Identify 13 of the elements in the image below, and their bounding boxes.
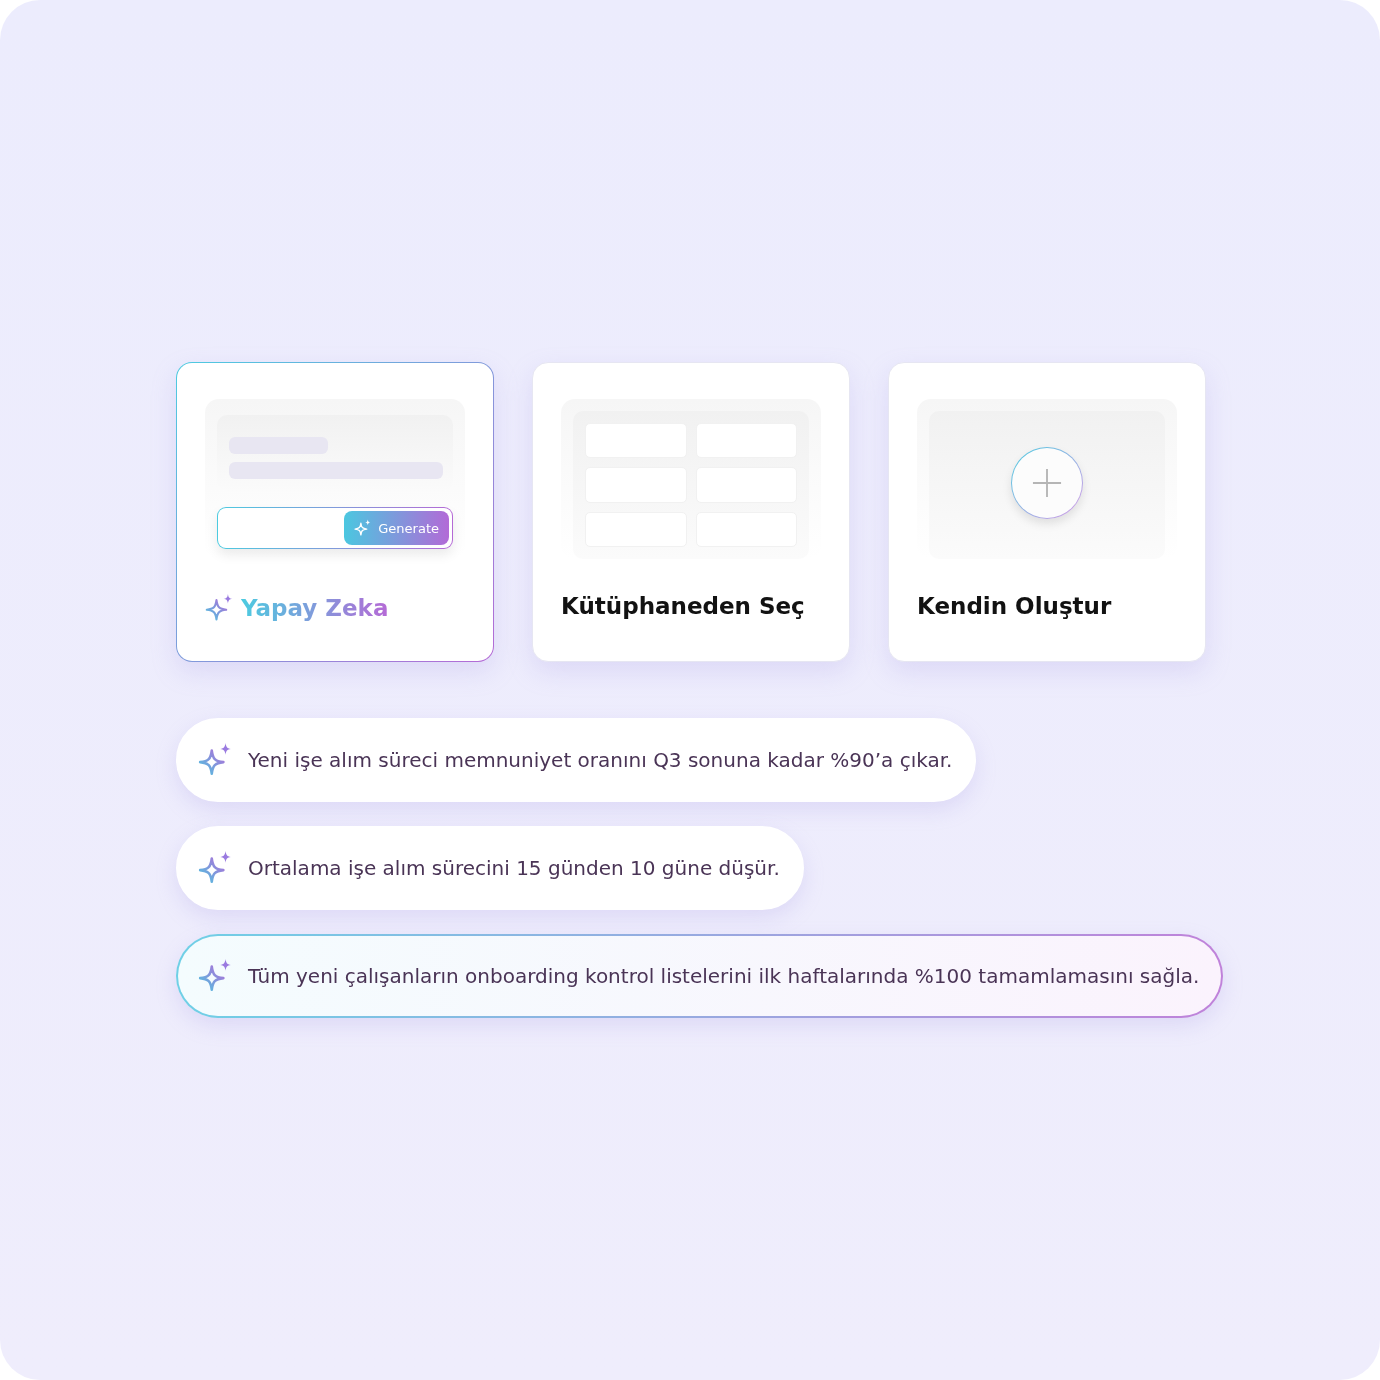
suggestion-chip[interactable]: Yeni işe alım süreci memnuniyet oranını Q3 sonuna kadar %90’a çıkar. [176, 718, 977, 802]
suggestion-text: Yeni işe alım süreci memnuniyet oranını Q3 sonuna kadar %90’a çıkar. [248, 748, 953, 772]
plus-icon [1032, 468, 1062, 498]
option-title: Kendin Oluştur [917, 593, 1112, 619]
option-title: Yapay Zeka [241, 595, 389, 621]
option-card[interactable]: Kendin Oluştur [888, 362, 1206, 662]
suggestion-chip[interactable]: Ortalama işe alım sürecini 15 günden 10 güne düşür. [176, 826, 804, 910]
option-card[interactable]: Kütüphaneden Seç [532, 362, 850, 662]
option-title: Kütüphaneden Seç [561, 593, 805, 619]
suggestion-text: Ortalama işe alım sürecini 15 günden 10 güne düşür. [248, 856, 780, 880]
suggestion-text: Tüm yeni çalışanların onboarding kontrol listelerini ilk haftalarında %100 tamamlamasını sağla. [248, 964, 1200, 988]
add-button[interactable] [1011, 447, 1083, 519]
sparkle-icon [354, 519, 373, 537]
